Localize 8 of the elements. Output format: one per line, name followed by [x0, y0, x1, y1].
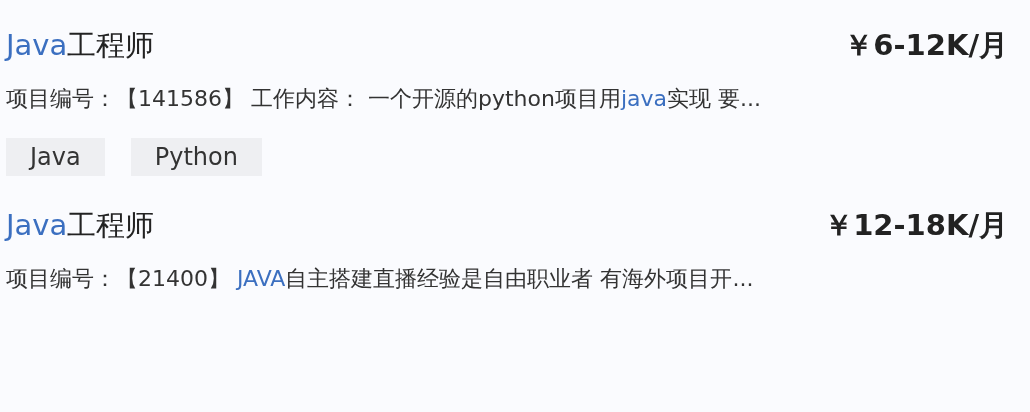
job-title[interactable]: Java工程师 — [6, 26, 155, 66]
skill-tag: Python — [130, 138, 262, 176]
job-title[interactable]: Java工程师 — [6, 206, 155, 246]
skill-tag: Java — [6, 138, 105, 176]
salary-text: ￥12-18K/月 — [824, 207, 1008, 244]
job-description: 项目编号：【141586】 工作内容： 一个开源的python项目用java实现 要... — [6, 85, 763, 113]
salary-text: ￥6-12K/月 — [844, 27, 1008, 64]
job-description: 项目编号：【21400】 JAVA自主搭建直播经验是自由职业者 有海外项目开... — [6, 265, 755, 293]
